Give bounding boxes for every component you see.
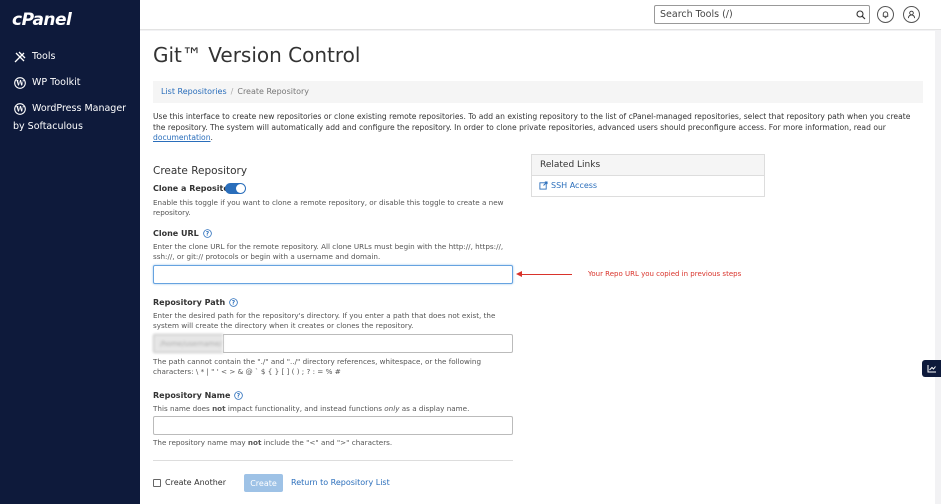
- create-another-label: Create Another: [165, 478, 226, 487]
- user-menu-button[interactable]: [903, 6, 920, 23]
- user-icon: [907, 10, 916, 19]
- notifications-button[interactable]: [877, 6, 894, 23]
- svg-text:W: W: [15, 78, 24, 87]
- tools-icon: [13, 50, 26, 63]
- related-link-label: SSH Access: [551, 181, 598, 190]
- top-bar: [140, 0, 941, 30]
- clone-url-description: Enter the clone URL for the remote repos…: [153, 242, 504, 261]
- annotation-text: Your Repo URL you copied in previous ste…: [588, 270, 742, 278]
- intro-body: Use this interface to create new reposit…: [153, 112, 911, 132]
- breadcrumb-list-repositories[interactable]: List Repositories: [161, 87, 227, 96]
- repo-path-description: Enter the desired path for the repositor…: [153, 311, 496, 330]
- search-box: [654, 5, 870, 24]
- related-links-panel: Related Links SSH Access: [531, 154, 765, 197]
- sidebar-item-label: WP Toolkit: [32, 77, 81, 88]
- search-input[interactable]: [655, 6, 853, 23]
- bell-icon: [881, 10, 890, 19]
- return-to-list-link[interactable]: Return to Repository List: [291, 478, 390, 487]
- sidebar-item-wp-toolkit[interactable]: W WP Toolkit: [13, 74, 80, 92]
- repo-name-description: This name does not impact functionality,…: [153, 404, 470, 413]
- help-icon[interactable]: ?: [234, 391, 244, 400]
- form-divider: [153, 460, 513, 461]
- breadcrumb: List Repositories / Create Repository: [153, 81, 923, 103]
- repo-name-label: Repository Name ?: [153, 391, 244, 400]
- sidebar-item-label: Tools: [32, 51, 56, 62]
- related-link-ssh-access[interactable]: SSH Access: [532, 176, 764, 195]
- external-link-icon: [539, 181, 548, 190]
- clone-toggle-description: Enable this toggle if you want to clone …: [153, 198, 504, 217]
- repo-name-input[interactable]: [153, 416, 513, 435]
- clone-url-label: Clone URL ?: [153, 229, 212, 238]
- help-icon[interactable]: ?: [229, 298, 238, 307]
- create-another-row[interactable]: Create Another: [153, 478, 226, 487]
- breadcrumb-current: Create Repository: [237, 87, 310, 96]
- intro-end: .: [210, 133, 213, 142]
- documentation-link[interactable]: documentation: [153, 133, 211, 142]
- cpanel-logo[interactable]: cPanel: [12, 10, 72, 30]
- repo-path-note: The path cannot contain the "./" and "..…: [153, 357, 482, 376]
- repo-path-label: Repository Path ?: [153, 298, 238, 307]
- wordpress-icon: W: [13, 102, 26, 115]
- annotation-arrow: [520, 274, 572, 275]
- related-links-title: Related Links: [532, 155, 764, 176]
- repo-path-prefix: /home/username/: [153, 334, 223, 353]
- sidebar-item-sublabel: by Softaculous: [13, 121, 83, 132]
- help-icon[interactable]: ?: [203, 229, 212, 238]
- page-title: Git™ Version Control: [153, 43, 361, 67]
- repo-path-group: /home/username/: [153, 334, 513, 353]
- search-icon[interactable]: [853, 9, 869, 20]
- wordpress-icon: W: [13, 76, 26, 89]
- clone-repository-toggle[interactable]: [225, 183, 246, 194]
- sidebar-item-wordpress-manager[interactable]: W WordPress Manager: [13, 100, 126, 118]
- sidebar-item-tools[interactable]: Tools: [13, 48, 55, 66]
- chart-icon: [927, 364, 937, 373]
- side-panel-tab[interactable]: [922, 360, 941, 377]
- sidebar: cPanel Tools W WP Toolkit W WordPress Ma…: [0, 0, 140, 504]
- clone-url-input[interactable]: [153, 265, 513, 284]
- create-button[interactable]: Create: [244, 474, 283, 492]
- repo-path-input[interactable]: [223, 334, 513, 353]
- sidebar-item-label: WordPress Manager: [32, 103, 127, 114]
- repo-path-label-text: Repository Path: [153, 298, 226, 307]
- repo-name-label-text: Repository Name: [153, 391, 231, 400]
- clone-url-label-text: Clone URL: [153, 229, 199, 238]
- main-content: Git™ Version Control List Repositories / C…: [140, 31, 935, 504]
- create-another-checkbox[interactable]: [153, 478, 161, 487]
- svg-text:W: W: [15, 104, 24, 113]
- breadcrumb-separator: /: [230, 87, 234, 96]
- repo-name-note: The repository name may not include the …: [153, 438, 393, 447]
- intro-text: Use this interface to create new reposit…: [153, 112, 923, 144]
- section-title: Create Repository: [153, 165, 248, 177]
